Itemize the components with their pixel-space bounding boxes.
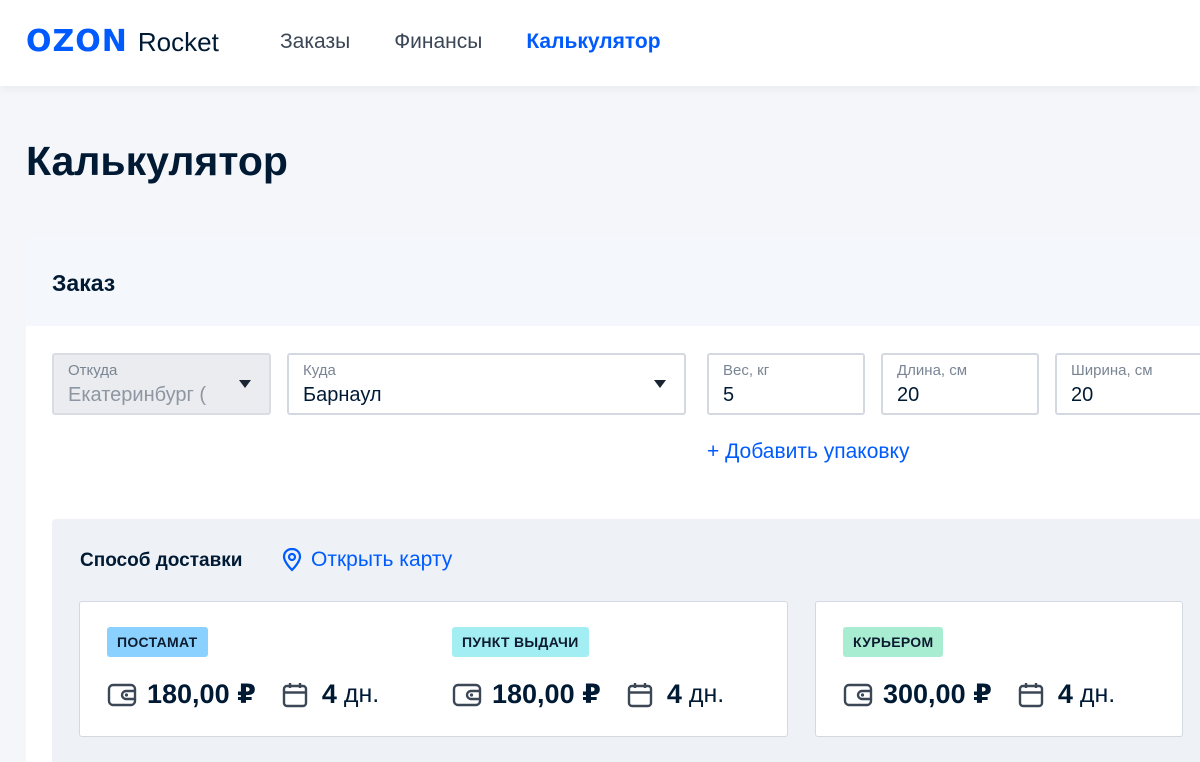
open-map-link[interactable]: Открыть карту (282, 547, 452, 573)
wallet-icon (107, 683, 137, 706)
to-field[interactable]: Куда Барнаул (287, 353, 686, 415)
main-nav: Заказы Финансы Калькулятор (280, 30, 661, 54)
delivery-option-postamat[interactable]: ПОСТАМАТ 180,00 ₽ 4 дн. (107, 627, 379, 710)
calendar-icon (1018, 682, 1044, 707)
order-title: Заказ (52, 270, 116, 296)
chevron-down-icon[interactable] (654, 380, 666, 388)
option-stats: 180,00 ₽ 4 дн. (452, 679, 724, 710)
length-label: Длина, см (897, 362, 968, 379)
chevron-down-icon[interactable] (239, 380, 251, 388)
map-pin-icon (282, 547, 302, 572)
days-count: 4 (1057, 679, 1073, 709)
days-unit: дн. (1079, 680, 1116, 708)
page-title: Калькулятор (26, 138, 288, 184)
calendar-icon (627, 682, 653, 707)
to-label: Куда (303, 362, 336, 379)
price: 300,00 ₽ (883, 679, 992, 709)
width-value: 20 (1071, 384, 1094, 406)
from-field[interactable]: Откуда Екатеринбург ( (52, 353, 271, 415)
price: 180,00 ₽ (147, 679, 256, 709)
width-label: Ширина, см (1071, 362, 1153, 379)
add-package-link[interactable]: + Добавить упаковку (707, 440, 909, 464)
option-stats: 300,00 ₽ 4 дн. (843, 679, 1115, 710)
wallet-icon (843, 683, 873, 706)
to-value: Барнаул (303, 384, 382, 406)
delivery-option-courier[interactable]: КУРЬЕРОМ 300,00 ₽ 4 дн. (843, 627, 1115, 710)
logo-brand: OZON (26, 24, 128, 59)
weight-field[interactable]: Вес, кг 5 (707, 353, 865, 415)
nav-finance[interactable]: Финансы (394, 30, 482, 54)
wallet-icon (452, 683, 482, 706)
days-unit: дн. (688, 680, 725, 708)
days-count: 4 (666, 679, 682, 709)
badge-courier: КУРЬЕРОМ (843, 627, 944, 657)
length-value: 20 (897, 384, 920, 406)
logo-product: Rocket (137, 27, 219, 57)
weight-value: 5 (723, 384, 735, 406)
nav-calculator[interactable]: Калькулятор (526, 30, 660, 54)
nav-orders[interactable]: Заказы (280, 30, 350, 54)
open-map-label: Открыть карту (311, 548, 453, 571)
badge-postamat: ПОСТАМАТ (107, 627, 208, 657)
delivery-option-pickup-point[interactable]: ПУНКТ ВЫДАЧИ 180,00 ₽ 4 дн. (452, 627, 724, 710)
badge-pickup-point: ПУНКТ ВЫДАЧИ (452, 627, 589, 657)
delivery-method-title: Способ доставки (80, 550, 243, 571)
days-count: 4 (321, 679, 337, 709)
order-card-header: Заказ (26, 238, 1200, 326)
width-field[interactable]: Ширина, см 20 (1055, 353, 1200, 415)
days-unit: дн. (343, 680, 380, 708)
option-stats: 180,00 ₽ 4 дн. (107, 679, 379, 710)
from-value: Екатеринбург ( (68, 384, 207, 406)
calendar-icon (282, 682, 308, 707)
price: 180,00 ₽ (492, 679, 601, 709)
weight-label: Вес, кг (723, 362, 770, 379)
top-bar: OZON Rocket Заказы Финансы Калькулятор (0, 0, 1200, 86)
from-label: Откуда (68, 362, 118, 379)
length-field[interactable]: Длина, см 20 (881, 353, 1039, 415)
ozon-rocket-logo[interactable]: OZON Rocket (26, 24, 219, 59)
